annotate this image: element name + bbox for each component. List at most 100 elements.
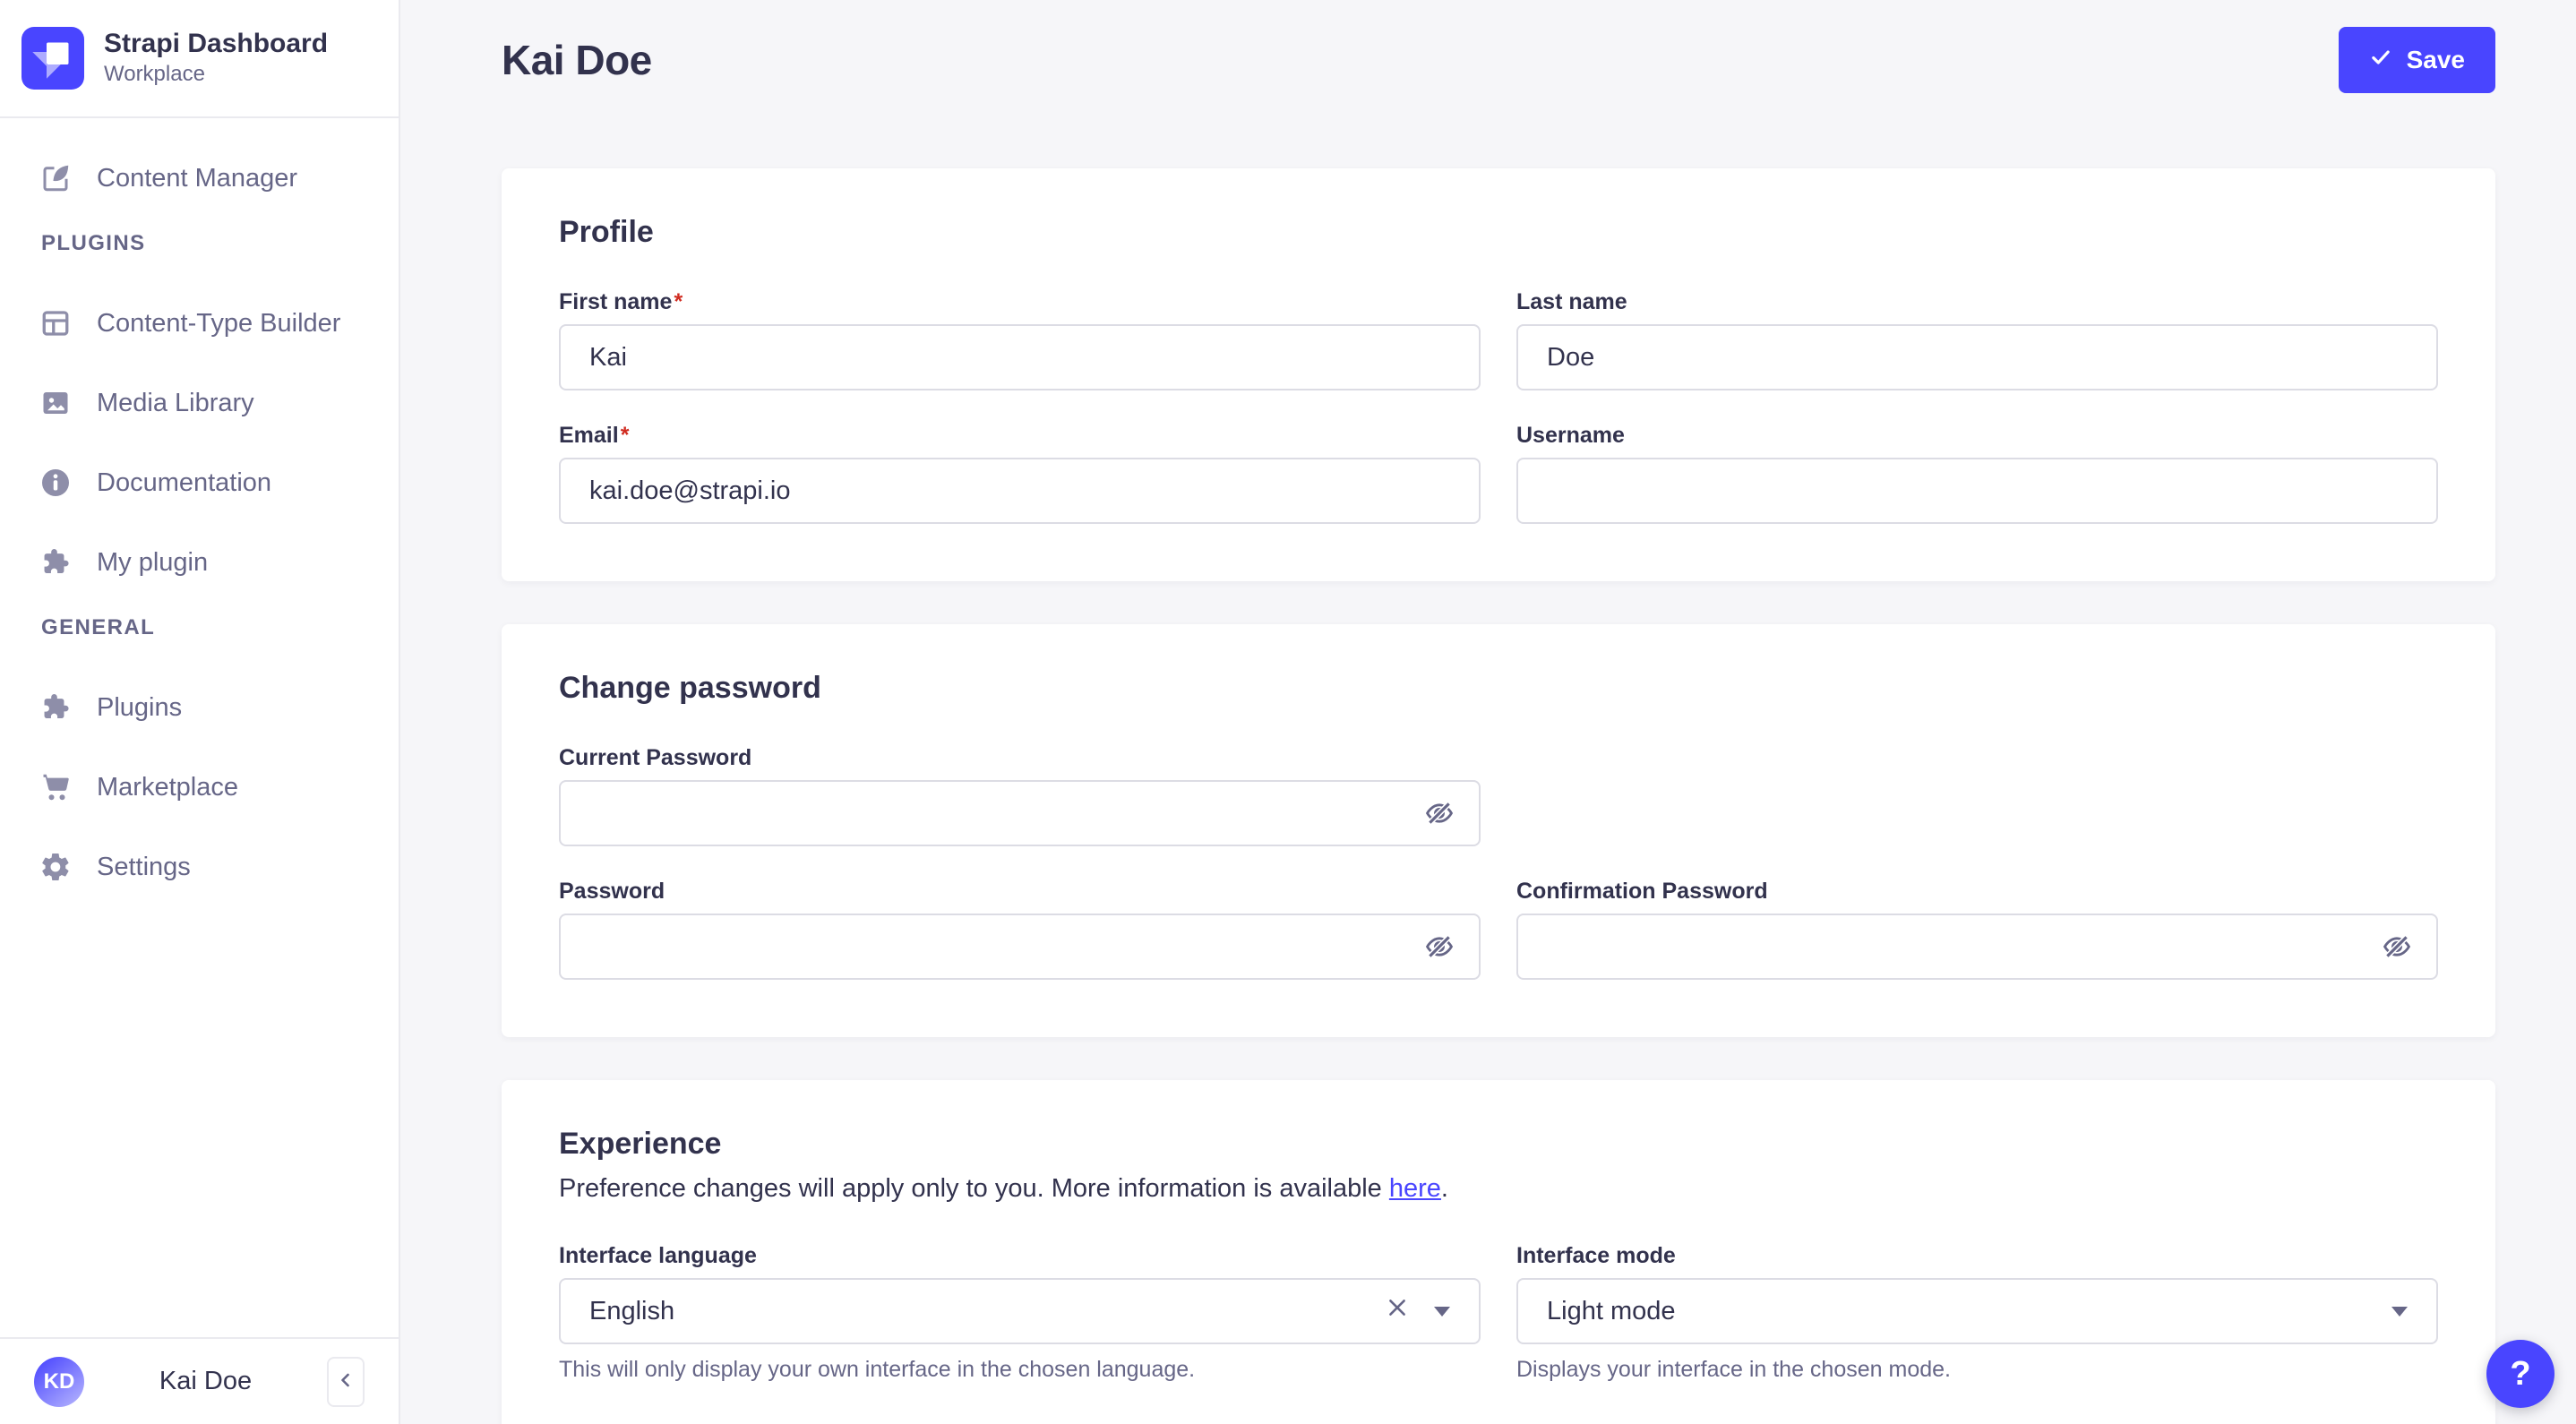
sidebar-item-documentation[interactable]: Documentation — [0, 455, 399, 510]
eye-slash-icon — [2383, 935, 2411, 958]
cart-icon — [39, 771, 72, 803]
sidebar-item-settings[interactable]: Settings — [0, 839, 399, 895]
experience-fields-grid: Interface language English This will onl… — [559, 1243, 2438, 1383]
last-name-field-group: Last name — [1516, 289, 2438, 390]
sidebar-item-content-type-builder[interactable]: Content-Type Builder — [0, 296, 399, 351]
interface-mode-label: Interface mode — [1516, 1243, 1676, 1268]
current-password-input[interactable] — [559, 780, 1481, 846]
app-root: Strapi Dashboard Workplace Content Manag… — [0, 0, 2576, 1424]
gear-icon — [39, 851, 72, 883]
puzzle-icon — [39, 546, 72, 579]
experience-card: Experience Preference changes will apply… — [502, 1080, 2495, 1424]
last-name-label: Last name — [1516, 289, 1627, 314]
sidebar-collapse-button[interactable] — [327, 1356, 365, 1407]
profile-fields-grid: First name* Last name Email* Username — [559, 289, 2438, 524]
sidebar: Strapi Dashboard Workplace Content Manag… — [0, 0, 400, 1424]
email-input[interactable] — [559, 458, 1481, 524]
new-password-field-group: Password — [559, 879, 1481, 980]
experience-card-title: Experience — [559, 1127, 722, 1161]
chevron-down-icon[interactable] — [1434, 1306, 1450, 1317]
chevron-left-icon — [335, 1369, 356, 1394]
first-name-input[interactable] — [559, 324, 1481, 390]
sidebar-item-plugins[interactable]: Plugins — [0, 680, 399, 735]
chevron-down-icon[interactable] — [2391, 1306, 2408, 1317]
sidebar-item-my-plugin[interactable]: My plugin — [0, 535, 399, 590]
sidebar-item-label: Plugins — [97, 692, 183, 722]
email-field-group: Email* — [559, 423, 1481, 524]
password-fields-grid: Current Password Password Confirmation P… — [559, 745, 2438, 980]
sidebar-section-general: GENERAL — [41, 615, 156, 639]
experience-description: Preference changes will apply only to yo… — [559, 1174, 1448, 1203]
new-password-label: Password — [559, 879, 665, 904]
toggle-password-visibility-button[interactable] — [1421, 929, 1457, 965]
page-title: Kai Doe — [502, 37, 652, 83]
workspace-title: Strapi Dashboard — [104, 29, 329, 59]
current-password-label: Current Password — [559, 745, 752, 770]
change-password-title: Change password — [559, 671, 821, 705]
required-mark: * — [620, 423, 630, 448]
spacer-cell — [1516, 745, 2438, 846]
profile-card: Profile First name* Last name Email* — [502, 168, 2495, 581]
clear-selection-icon[interactable] — [1386, 1296, 1409, 1326]
first-name-label: First name* — [559, 289, 683, 314]
interface-mode-hint: Displays your interface in the chosen mo… — [1516, 1357, 1951, 1382]
sidebar-item-label: Content Manager — [97, 163, 298, 193]
strapi-logo-icon — [21, 27, 84, 90]
confirm-password-label: Confirmation Password — [1516, 879, 1768, 904]
page-header: Kai Doe Save — [400, 0, 2576, 93]
last-name-input[interactable] — [1516, 324, 2438, 390]
workspace-subtitle: Workplace — [104, 62, 205, 87]
save-button-label: Save — [2406, 46, 2465, 73]
interface-language-value: English — [589, 1296, 675, 1325]
interface-language-select[interactable]: English — [559, 1278, 1481, 1344]
confirm-password-field-group: Confirmation Password — [1516, 879, 2438, 980]
sidebar-item-label: Marketplace — [97, 772, 238, 802]
sidebar-item-label: Media Library — [97, 388, 254, 417]
sidebar-item-label: My plugin — [97, 547, 209, 577]
main-content: Kai Doe Save Profile First name* Kai Las… — [400, 0, 2576, 1424]
interface-language-hint: This will only display your own interfac… — [559, 1357, 1196, 1382]
new-password-input[interactable] — [559, 914, 1481, 980]
more-info-link[interactable]: here — [1389, 1174, 1441, 1203]
sidebar-item-content-manager[interactable]: Content Manager — [0, 150, 399, 206]
interface-mode-field-group: Interface mode Light mode Displays your … — [1516, 1243, 2438, 1383]
current-password-field-group: Current Password — [559, 745, 1481, 846]
eye-slash-icon — [1425, 935, 1454, 958]
sidebar-item-label: Documentation — [97, 468, 272, 497]
email-label: Email* — [559, 423, 630, 448]
check-icon — [2369, 46, 2392, 75]
interface-mode-value: Light mode — [1547, 1296, 1676, 1325]
change-password-card: Change password Current Password Passwor… — [502, 624, 2495, 1037]
required-mark: * — [674, 289, 683, 314]
save-button[interactable]: Save — [2338, 27, 2495, 93]
workspace-brand[interactable]: Strapi Dashboard Workplace — [0, 0, 399, 118]
sidebar-item-media-library[interactable]: Media Library — [0, 375, 399, 431]
help-button[interactable]: ? — [2486, 1340, 2555, 1408]
sidebar-user-area: KD Kai Doe — [0, 1337, 399, 1424]
avatar[interactable]: KD — [34, 1356, 84, 1407]
image-icon — [39, 387, 72, 419]
brand-text: Strapi Dashboard Workplace — [104, 28, 328, 88]
sidebar-item-label: Content-Type Builder — [97, 308, 341, 338]
interface-mode-select[interactable]: Light mode — [1516, 1278, 2438, 1344]
user-name: Kai Doe — [159, 1367, 253, 1395]
profile-card-title: Profile — [559, 215, 654, 249]
interface-language-field-group: Interface language English This will onl… — [559, 1243, 1481, 1383]
puzzle-icon — [39, 691, 72, 724]
sidebar-nav: Content Manager PLUGINS Content-Type Bui… — [0, 118, 399, 895]
layout-icon — [39, 307, 72, 339]
interface-language-label: Interface language — [559, 1243, 757, 1268]
toggle-password-visibility-button[interactable] — [2379, 929, 2415, 965]
confirm-password-input[interactable] — [1516, 914, 2438, 980]
sidebar-item-marketplace[interactable]: Marketplace — [0, 759, 399, 815]
sidebar-section-plugins: PLUGINS — [41, 231, 146, 255]
sidebar-item-label: Settings — [97, 852, 191, 881]
eye-slash-icon — [1425, 802, 1454, 825]
first-name-field-group: First name* — [559, 289, 1481, 390]
username-input[interactable] — [1516, 458, 2438, 524]
username-field-group: Username — [1516, 423, 2438, 524]
feather-edit-icon — [39, 162, 72, 194]
info-icon — [39, 467, 72, 499]
username-label: Username — [1516, 423, 1625, 448]
toggle-password-visibility-button[interactable] — [1421, 795, 1457, 831]
